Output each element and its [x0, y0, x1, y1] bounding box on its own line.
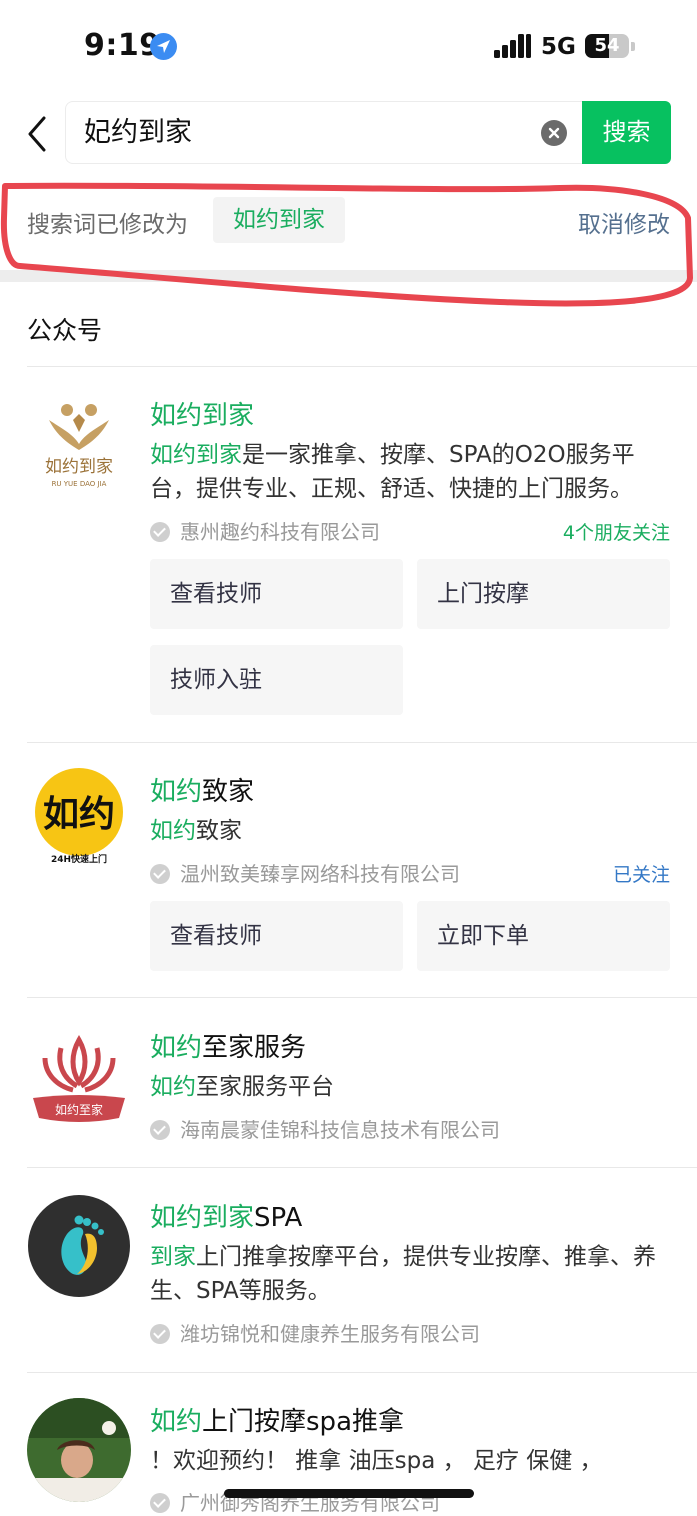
divider: [27, 1372, 697, 1373]
service-button-home-massage[interactable]: 上门按摩: [417, 559, 670, 629]
spa-photo-avatar: [27, 1398, 131, 1502]
result-verified-company: 温州致美臻享网络科技有限公司: [150, 858, 460, 887]
result-title-highlight: 如约: [150, 777, 203, 807]
result-desc-rest: ！欢迎预约！ 推拿 油压spa ， 足疗 保健 ，: [150, 1448, 603, 1474]
cellular-signal-icon: [494, 34, 531, 58]
verified-icon: [150, 1324, 170, 1344]
result-desc-highlight: 如约: [150, 818, 196, 844]
ruyue-zhijia-service-logo: 如约至家: [33, 1034, 125, 1122]
verified-icon: [150, 522, 170, 542]
divider: [27, 997, 697, 998]
battery-level: 54: [594, 35, 620, 56]
result-title[interactable]: 如约到家SPA: [150, 1197, 302, 1234]
result-verified-company: 惠州趣约科技有限公司: [150, 516, 380, 545]
network-type: 5G: [541, 34, 576, 60]
clear-icon[interactable]: [541, 120, 567, 146]
friends-following-count: 4个朋友关注: [562, 522, 670, 544]
result-description: ！欢迎预约！ 推拿 油压spa ， 足疗 保健 ，: [150, 1444, 675, 1478]
verified-icon: [150, 864, 170, 884]
result-title[interactable]: 如约到家: [150, 395, 254, 432]
logo-subtext: RU YUE DAO JIA: [52, 480, 107, 488]
divider: [27, 366, 697, 367]
result-desc-highlight: 如约: [150, 1074, 196, 1100]
result-title[interactable]: 如约上门按摩spa推拿: [150, 1401, 404, 1438]
result-description: 如约到家是一家推拿、按摩、SPA的O2O服务平台，提供专业、正规、舒适、快捷的上…: [150, 438, 675, 506]
divider: [27, 742, 697, 743]
result-title-highlight: 如约: [150, 1407, 203, 1437]
search-button[interactable]: 搜索: [582, 101, 671, 164]
result-desc-highlight: 到家: [150, 1244, 196, 1270]
cancel-correction-link[interactable]: 取消修改: [578, 205, 670, 239]
home-indicator[interactable]: [224, 1489, 474, 1498]
location-arrow-icon: [150, 33, 177, 60]
result-title-rest: SPA: [254, 1203, 303, 1233]
result-title[interactable]: 如约致家: [150, 771, 254, 808]
result-title-rest: 至家服务: [202, 1033, 307, 1063]
result-title-rest: 致家: [202, 777, 255, 807]
divider: [27, 1167, 697, 1168]
correction-label: 搜索词已修改为: [27, 212, 188, 238]
service-button-join-as-therapist[interactable]: 技师入驻: [150, 645, 403, 715]
followed-badge: 已关注: [612, 864, 670, 886]
company-name: 潍坊锦悦和健康养生服务有限公司: [180, 1322, 480, 1346]
verified-icon: [150, 1493, 170, 1513]
ruyue-daojia-logo: 如约到家 RU YUE DAO JIA: [45, 404, 113, 488]
company-name: 惠州趣约科技有限公司: [180, 520, 380, 544]
service-button-view-therapists[interactable]: 查看技师: [150, 559, 403, 629]
result-desc-rest: 至家服务平台: [196, 1074, 334, 1100]
result-title-highlight: 如约到家: [150, 401, 255, 431]
footprint-logo: [28, 1195, 130, 1297]
battery-tip: [631, 42, 635, 51]
result-title-rest: 上门按摩spa推拿: [202, 1407, 404, 1437]
result-description: 到家上门推拿按摩平台，提供专业按摩、推拿、养生、SPA等服务。: [150, 1240, 675, 1308]
section-title-official-accounts: 公众号: [27, 316, 103, 345]
result-title[interactable]: 如约至家服务: [150, 1027, 306, 1064]
battery-icon: 54: [585, 34, 629, 58]
verified-icon: [150, 1120, 170, 1140]
result-title-highlight: 如约到家: [150, 1203, 255, 1233]
company-name: 海南晨蒙佳锦科技信息技术有限公司: [180, 1118, 500, 1142]
result-description: 如约致家: [150, 814, 675, 848]
search-input[interactable]: 妃约到家: [84, 102, 192, 163]
logo-text: 如约到家: [45, 457, 113, 477]
service-button-order-now[interactable]: 立即下单: [417, 901, 670, 971]
service-button-view-therapists[interactable]: 查看技师: [150, 901, 403, 971]
red-annotation-outline: [0, 182, 693, 307]
result-description: 如约至家服务平台: [150, 1070, 675, 1104]
logo-text: 如约: [43, 794, 115, 835]
logo-text: 如约至家: [55, 1102, 103, 1117]
company-name: 温州致美臻享网络科技有限公司: [180, 862, 460, 886]
result-desc-rest: 上门推拿按摩平台，提供专业按摩、推拿、养生、SPA等服务。: [150, 1244, 656, 1304]
result-title-highlight: 如约: [150, 1033, 203, 1063]
section-divider: [0, 270, 697, 282]
result-desc-rest: 致家: [196, 818, 242, 844]
back-arrow-icon[interactable]: [22, 114, 52, 154]
ruyue-zhijia-logo: 如约 24H快速上门: [35, 768, 123, 865]
search-field[interactable]: 妃约到家: [65, 101, 582, 164]
status-bar: 9:19 5G 54: [0, 0, 697, 95]
logo-subtext: 24H快速上门: [51, 853, 107, 865]
corrected-term-chip[interactable]: 如约到家: [213, 197, 345, 243]
result-verified-company: 海南晨蒙佳锦科技信息技术有限公司: [150, 1114, 500, 1143]
result-desc-highlight: 如约到家: [150, 442, 242, 468]
result-verified-company: 潍坊锦悦和健康养生服务有限公司: [150, 1318, 480, 1347]
